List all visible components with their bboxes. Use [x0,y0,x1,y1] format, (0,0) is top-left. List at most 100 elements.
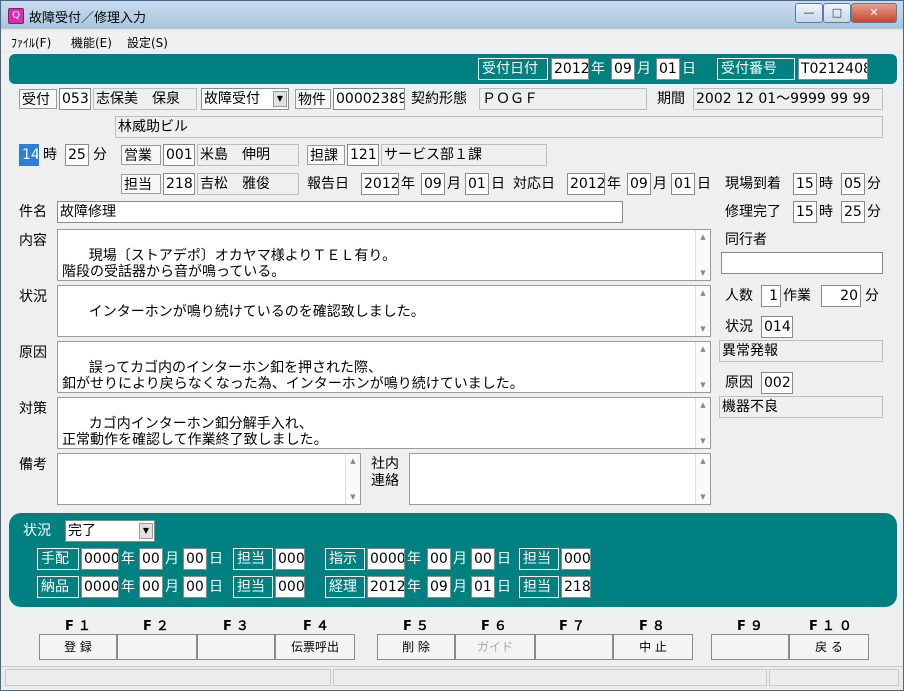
delivery-year-unit: 年 [121,579,135,595]
internal-note-scrollbar[interactable]: ▲ ▼ [695,454,710,504]
staff-code-field[interactable]: 218 [163,173,195,195]
cause-scrollbar[interactable]: ▲ ▼ [695,342,710,392]
repair-hour-field[interactable]: 15 [793,201,817,223]
reception-type-select[interactable]: 故障受付 ▼ [201,88,289,110]
response-month-field[interactable]: 09 [627,173,651,195]
arrange-day-field[interactable]: 00 [183,548,207,570]
arrival-minute-field[interactable]: 05 [841,173,865,195]
scroll-up-icon[interactable]: ▲ [696,398,710,412]
accounting-month-field[interactable]: 09 [427,576,451,598]
register-button[interactable]: 登 録 [39,634,117,660]
scroll-down-icon[interactable]: ▼ [696,490,710,504]
side-status-code-field[interactable]: 014 [761,316,793,338]
delivery-staff-field[interactable]: 000 [275,576,305,598]
reception-day-field[interactable]: 01 [656,58,680,80]
repair-minute-field[interactable]: 25 [841,201,865,223]
minimize-button[interactable]: — [795,3,823,23]
arrival-hour-field[interactable]: 15 [793,173,817,195]
instruct-day-field[interactable]: 00 [471,548,495,570]
accounting-staff-field[interactable]: 218 [561,576,591,598]
response-day-field[interactable]: 01 [671,173,695,195]
scroll-down-icon[interactable]: ▼ [696,378,710,392]
report-year-field[interactable]: 2012 [361,173,399,195]
companion-field[interactable] [721,252,883,274]
back-button[interactable]: 戻 る [789,634,869,660]
sales-code-field[interactable]: 001 [163,144,195,166]
scroll-up-icon[interactable]: ▲ [696,342,710,356]
scroll-down-icon[interactable]: ▼ [696,322,710,336]
menu-settings[interactable]: 設定(S) [127,34,168,51]
reception-number-field[interactable]: T0212408 [798,58,868,80]
internal-note-textarea[interactable]: ▲ ▼ [409,453,711,505]
f7-button[interactable] [535,634,613,660]
recall-slip-button[interactable]: 伝票呼出 [275,634,355,660]
people-field[interactable]: 1 [761,285,781,307]
delivery-day-field[interactable]: 00 [183,576,207,598]
fkey-label-f6: F６ [481,619,511,634]
f2-button[interactable] [117,634,197,660]
scroll-down-icon[interactable]: ▼ [346,490,360,504]
instruct-label: 指示 [325,548,365,570]
repair-complete-label: 修理完了 [725,204,781,220]
work-minutes-field[interactable]: 20 [821,285,861,307]
content-scrollbar[interactable]: ▲ ▼ [695,230,710,280]
status-bar-cell [333,669,767,686]
arrange-staff-field[interactable]: 000 [275,548,305,570]
scroll-down-icon[interactable]: ▼ [696,434,710,448]
measure-textarea[interactable]: カゴ内インターホン釦分解手入れ、 正常動作を確認して作業終了致しました。 ▲ ▼ [57,397,711,449]
delivery-month-field[interactable]: 00 [139,576,163,598]
response-year-field[interactable]: 2012 [567,173,605,195]
delete-button[interactable]: 削 除 [377,634,455,660]
reception-month-field[interactable]: 09 [611,58,635,80]
maximize-button[interactable]: □ [823,3,851,23]
accounting-day-field[interactable]: 01 [471,576,495,598]
chevron-down-icon[interactable]: ▼ [273,91,287,107]
reception-year-field[interactable]: 2012 [551,58,589,80]
side-cause-code-field[interactable]: 002 [761,372,793,394]
cancel-button[interactable]: 中 止 [613,634,693,660]
instruct-year-field[interactable]: 0000 [367,548,405,570]
title-bar[interactable]: Q 故障受付／修理入力 — □ ✕ [1,1,903,29]
arrival-minute-unit: 分 [867,176,881,192]
report-day-field[interactable]: 01 [465,173,489,195]
status-textarea[interactable]: インターホンが鳴り続けているのを確認致しました。 ▲ ▼ [57,285,711,337]
remarks-textarea[interactable]: ▲ ▼ [57,453,361,505]
scroll-up-icon[interactable]: ▲ [696,230,710,244]
measure-scrollbar[interactable]: ▲ ▼ [695,398,710,448]
reception-code-field[interactable]: 053 [59,88,91,110]
report-date-label: 報告日 [307,176,349,192]
status-panel-value: 完了 [68,523,96,539]
arrange-month-field[interactable]: 00 [139,548,163,570]
reception-minute-field[interactable]: 25 [65,144,89,166]
delivery-year-field[interactable]: 0000 [81,576,119,598]
subject-field[interactable]: 故障修理 [57,201,623,223]
cause-textarea[interactable]: 誤ってカゴ内のインターホン釦を押された際、 釦がせりにより戻らなくなった為、イン… [57,341,711,393]
status-panel-select[interactable]: 完了 ▼ [65,520,155,542]
f3-button[interactable] [197,634,275,660]
guide-button[interactable]: ガイド [455,634,535,660]
accounting-year-field[interactable]: 2012 [367,576,405,598]
remarks-scrollbar[interactable]: ▲ ▼ [345,454,360,504]
scroll-up-icon[interactable]: ▲ [696,454,710,468]
menu-file[interactable]: ﾌｧｲﾙ(F) [11,34,51,51]
content-textarea[interactable]: 現場〔ストアデポ〕オカヤマ様よりＴＥＬ有り。 階段の受話器から音が鳴っている。 … [57,229,711,281]
department-code-field[interactable]: 121 [347,144,379,166]
app-icon[interactable]: Q [8,8,24,24]
scroll-down-icon[interactable]: ▼ [696,266,710,280]
menu-function[interactable]: 機能(E) [71,34,112,51]
arrange-year-field[interactable]: 0000 [81,548,119,570]
chevron-down-icon[interactable]: ▼ [139,523,153,539]
f9-button[interactable] [711,634,789,660]
instruct-staff-field[interactable]: 000 [561,548,591,570]
report-month-field[interactable]: 09 [421,173,445,195]
status-scrollbar[interactable]: ▲ ▼ [695,286,710,336]
scroll-up-icon[interactable]: ▲ [346,454,360,468]
property-code-field[interactable]: 00002389 [333,88,405,110]
delivery-staff-label: 担当 [233,576,273,598]
close-button[interactable]: ✕ [851,3,897,23]
fkey-label-f7: F７ [559,619,589,634]
instruct-month-field[interactable]: 00 [427,548,451,570]
fkey-label-f4: F４ [303,619,333,634]
scroll-up-icon[interactable]: ▲ [696,286,710,300]
reception-hour-field[interactable]: 14 [19,144,39,166]
